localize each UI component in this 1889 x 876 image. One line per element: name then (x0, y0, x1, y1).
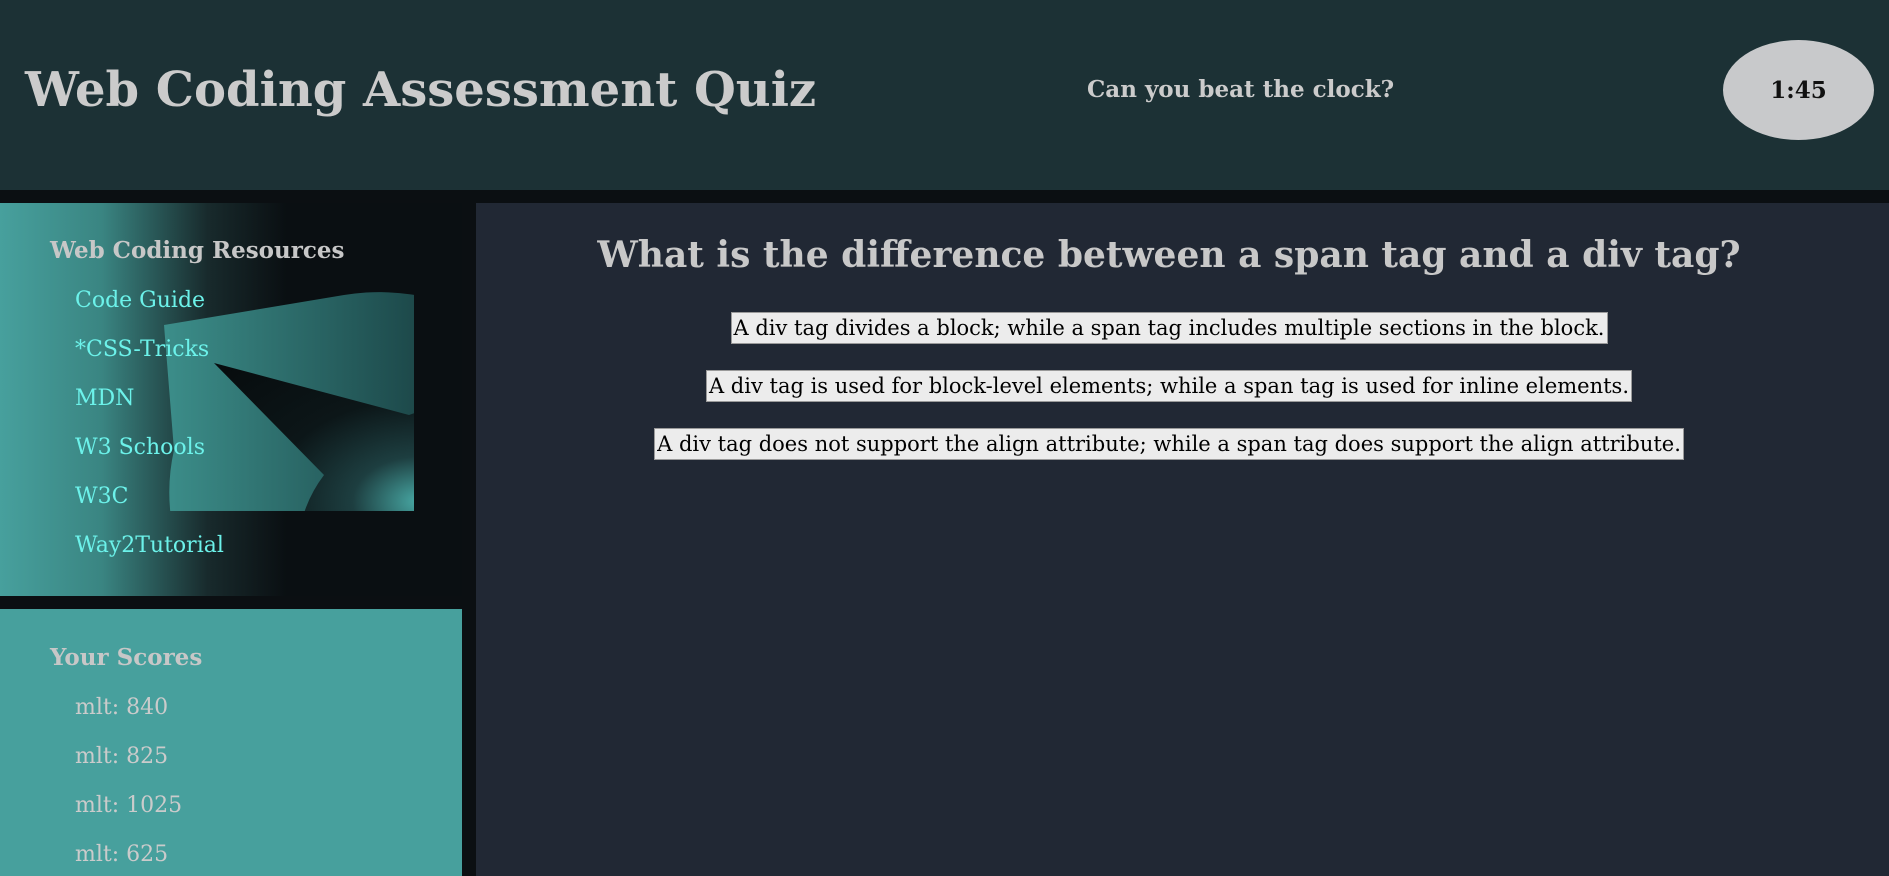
link-code-guide[interactable]: Code Guide (75, 286, 205, 316)
tagline: Can you beat the clock? (1087, 76, 1395, 103)
scores-panel: Your Scores mlt: 840 mlt: 825 mlt: 1025 … (0, 609, 462, 876)
score-item: mlt: 1025 (75, 793, 183, 818)
question-text: What is the difference between a span ta… (597, 234, 1741, 276)
page-header: Web Coding Assessment Quiz Can you beat … (0, 0, 1889, 190)
page-title: Web Coding Assessment Quiz (25, 62, 817, 118)
link-css-tricks[interactable]: *CSS-Tricks (75, 335, 209, 365)
answer-list: A div tag divides a block; while a span … (476, 312, 1862, 460)
link-w3-schools[interactable]: W3 Schools (75, 433, 205, 463)
resources-panel: Web Coding Resources Code Guide *CSS-Tri… (0, 203, 462, 596)
score-item: mlt: 840 (75, 695, 169, 720)
answer-button-2[interactable]: A div tag is used for block-level elemen… (705, 370, 1633, 402)
countdown-timer: 1:45 (1723, 40, 1874, 140)
answer-button-3[interactable]: A div tag does not support the align att… (654, 428, 1684, 460)
quiz-panel: What is the difference between a span ta… (476, 203, 1889, 876)
link-mdn[interactable]: MDN (75, 384, 134, 414)
link-w3c[interactable]: W3C (75, 482, 128, 512)
scores-title: Your Scores (50, 644, 203, 671)
score-item: mlt: 825 (75, 744, 169, 769)
resources-title: Web Coding Resources (50, 237, 345, 264)
score-item: mlt: 625 (75, 842, 169, 867)
answer-button-1[interactable]: A div tag divides a block; while a span … (730, 312, 1608, 344)
link-way2tutorial[interactable]: Way2Tutorial (75, 531, 224, 561)
